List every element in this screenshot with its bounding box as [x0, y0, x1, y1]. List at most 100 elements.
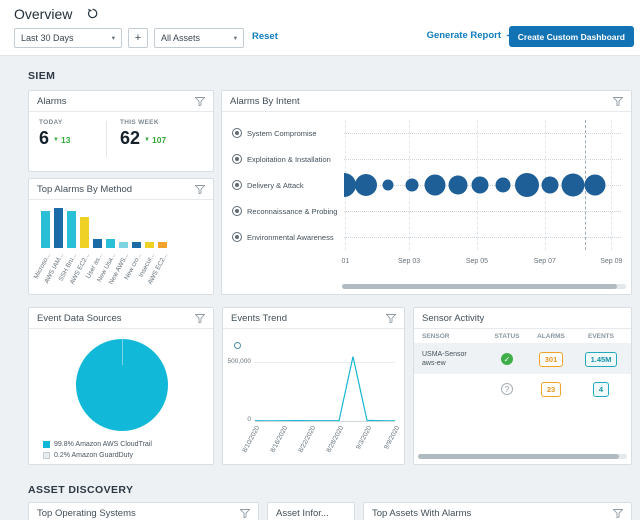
- alarms-today-value: 6: [39, 128, 50, 148]
- sensor-name-line: aws-ew: [422, 360, 446, 367]
- filter-icon[interactable]: [386, 313, 396, 323]
- intent-category: Exploitation & Installation: [232, 146, 331, 172]
- bar: [132, 242, 141, 248]
- horizontal-scrollbar: [418, 454, 627, 459]
- table-row[interactable]: USMA-Sensor aws-ew ✓ 301 1.45M: [414, 344, 631, 374]
- card-title: Event Data Sources: [37, 312, 122, 324]
- date-range-select[interactable]: Last 30 Days ▾: [14, 28, 122, 48]
- intent-ticks: 01 Sep 03 Sep 05 Sep 07 Sep 09: [341, 258, 622, 270]
- alarms-cell: 23: [526, 381, 576, 397]
- intent-category-label: Environmental Awareness: [247, 232, 334, 242]
- alarms-today-delta: ▼ 13: [53, 135, 70, 147]
- sensor-table-body: USMA-Sensor aws-ew ✓ 301 1.45M? 23 4: [414, 344, 631, 404]
- intent-category: System Compromise: [232, 120, 317, 146]
- filter-icon[interactable]: [240, 508, 250, 518]
- filter-icon[interactable]: [195, 96, 205, 106]
- filter-icon[interactable]: [195, 313, 205, 323]
- alarms-count-badge[interactable]: 23: [540, 381, 562, 397]
- icon-dot: [235, 183, 239, 187]
- delivery-attack-icon: [232, 180, 242, 190]
- top-operating-systems-card: Top Operating Systems: [28, 502, 259, 520]
- events-count-badge[interactable]: 1.45M: [584, 351, 618, 367]
- alarms-week-delta: ▼ 107: [144, 135, 166, 147]
- asset-filter-select[interactable]: All Assets ▾: [154, 28, 244, 48]
- legend-item: 99.8% Amazon AWS CloudTrail: [43, 439, 152, 450]
- intent-category: Delivery & Attack: [232, 172, 304, 198]
- exploitation-installation-icon: [232, 154, 242, 164]
- x-tick-label: 01: [341, 258, 350, 265]
- alarms-by-intent-card: Alarms By Intent System Compromise Exploi…: [221, 90, 632, 295]
- alarms-today-stat[interactable]: TODAY 6 ▼ 13: [39, 119, 93, 157]
- event-data-sources-card: Event Data Sources 99.8% Amazon AWS Clou…: [28, 307, 214, 465]
- delta-value: 13: [60, 135, 71, 145]
- refresh-icon[interactable]: [87, 8, 98, 19]
- events-cell: 1.45M: [576, 351, 626, 367]
- alarms-count-badge[interactable]: 301: [538, 351, 564, 367]
- add-filter-button[interactable]: +: [128, 28, 148, 48]
- create-custom-dashboard-button[interactable]: Create Custom Dashboard: [508, 26, 634, 47]
- x-tick-label: 8/16/2020: [269, 425, 290, 454]
- row-gridline: [344, 133, 621, 134]
- top-alarms-bars: [41, 208, 167, 248]
- legend-swatch: [43, 452, 50, 459]
- bar: [158, 242, 167, 248]
- scrollbar-thumb[interactable]: [418, 454, 619, 459]
- intent-category: Environmental Awareness: [232, 224, 334, 250]
- plus-icon: +: [134, 32, 142, 44]
- chevron-down-icon: ▾: [233, 35, 237, 42]
- x-tick-label: Sep 03: [398, 258, 421, 265]
- filter-icon[interactable]: [613, 508, 623, 518]
- intent-category-label: Exploitation & Installation: [247, 154, 331, 164]
- alarms-by-intent-chart: System Compromise Exploitation & Installa…: [222, 112, 631, 294]
- x-tick-label: 8/28/2020: [325, 425, 346, 454]
- events-trend-card: Events Trend 500,000 0 8/10/2020 8/16/202…: [222, 307, 405, 465]
- card-title: Top Operating Systems: [37, 507, 136, 519]
- row-gridline: [344, 237, 621, 238]
- event-sources-pie: [76, 339, 168, 431]
- down-arrow-icon: ▼: [144, 137, 150, 143]
- event-sources-legend: 99.8% Amazon AWS CloudTrail 0.2% Amazon G…: [43, 439, 152, 461]
- alarms-week-stat[interactable]: THIS WEEK 62 ▼ 107: [120, 119, 166, 157]
- x-tick-label: 9/3/2020: [355, 425, 374, 451]
- reset-link[interactable]: Reset: [252, 31, 278, 42]
- x-tick-label: Sep 05: [465, 258, 489, 265]
- events-trend-xlabels: 8/10/2020 8/16/2020 8/22/2020 8/28/2020 9/3/…: [241, 425, 401, 463]
- asset-filter-value: All Assets: [161, 33, 201, 43]
- alarm-bubble: [541, 176, 559, 194]
- alarm-bubble: [424, 174, 446, 196]
- reconnaissance-probing-icon: [232, 206, 242, 216]
- column-header-alarms: ALARMS: [537, 332, 565, 340]
- column-header-sensor: SENSOR: [422, 332, 450, 340]
- top-alarms-chart: Microso... AWS IAM... SSH Bru... AWS EC2...…: [29, 200, 213, 294]
- intent-plot: [344, 120, 621, 250]
- event-data-sources-chart: 99.8% Amazon AWS CloudTrail 0.2% Amazon G…: [29, 329, 213, 464]
- card-title: Alarms By Intent: [230, 95, 300, 107]
- chevron-down-icon: ▾: [111, 35, 115, 42]
- card-title: Asset Infor...: [276, 507, 329, 519]
- x-tick-label: 8/10/2020: [241, 425, 262, 454]
- date-range-value: Last 30 Days: [21, 33, 74, 43]
- top-operating-systems-card-header: Top Operating Systems: [29, 503, 258, 520]
- column-header-events: EVENTS: [587, 332, 614, 340]
- asset-information-card-header: Asset Infor...: [268, 503, 354, 520]
- status-cell: ✓: [488, 353, 526, 365]
- generate-report-link[interactable]: Generate Report: [427, 30, 514, 41]
- bar: [106, 239, 115, 248]
- table-row[interactable]: ? 23 4: [414, 374, 631, 404]
- card-title: Top Alarms By Method: [37, 183, 133, 195]
- intent-category-label: System Compromise: [247, 128, 317, 138]
- icon-dot: [235, 157, 239, 161]
- bar: [145, 242, 154, 248]
- alarm-bubble: [495, 177, 511, 193]
- filter-icon[interactable]: [195, 184, 205, 194]
- icon-dot: [235, 235, 239, 239]
- alarm-bubble: [382, 179, 394, 191]
- horizontal-scrollbar: [342, 284, 626, 289]
- events-count-badge[interactable]: 4: [592, 381, 610, 397]
- status-cell: ?: [488, 383, 526, 395]
- alarm-bubble: [471, 176, 489, 194]
- alarm-bubble: [514, 173, 539, 197]
- scrollbar-thumb[interactable]: [342, 284, 618, 289]
- sensor-activity-card-header: Sensor Activity: [414, 308, 631, 329]
- filter-icon[interactable]: [613, 96, 623, 106]
